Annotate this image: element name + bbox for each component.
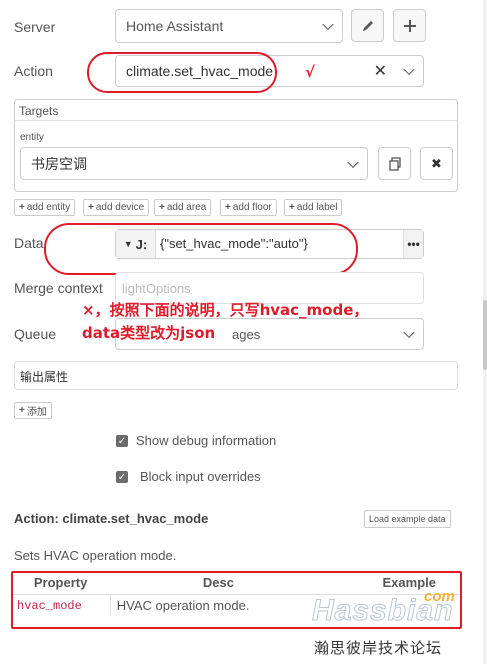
entity-value: 书房空调 [31, 155, 87, 172]
chevron-down-icon [403, 63, 415, 76]
add-device-label: add device [95, 202, 145, 213]
targets-title: Targets [19, 104, 59, 118]
plus-icon: + [19, 202, 25, 213]
merge-context-placeholder: lightOptions [122, 281, 191, 296]
output-properties-label: 输出属性 [20, 370, 69, 384]
scrollbar-thumb[interactable] [483, 300, 487, 370]
plus-icon: + [159, 202, 165, 213]
server-label: Server [14, 19, 56, 35]
copy-entity-button[interactable] [378, 147, 411, 180]
server-value: Home Assistant [126, 18, 224, 34]
plus-icon: + [225, 202, 231, 213]
add-area-button[interactable]: + add area [154, 199, 212, 216]
chevron-down-icon [403, 326, 415, 339]
chevron-down-icon [322, 18, 334, 31]
remove-entity-button[interactable]: ✖ [420, 147, 453, 180]
debug-checkbox[interactable]: ✓ [116, 435, 128, 447]
edit-server-button[interactable] [351, 9, 384, 42]
plus-icon: + [19, 405, 25, 416]
server-select[interactable]: Home Assistant [115, 9, 343, 43]
annotation-check: √ [305, 63, 316, 81]
action-description: Sets HVAC operation mode. [14, 548, 177, 563]
plus-icon: + [289, 202, 295, 213]
add-output-button[interactable]: + 添加 [14, 402, 52, 419]
data-label: Data [14, 235, 44, 251]
plus-icon: + [88, 202, 94, 213]
watermark-com: com [424, 588, 455, 605]
watermark-caption: 瀚思彼岸技术论坛 [314, 639, 443, 657]
annotation-note-line1: ×，按照下面的说明，只写hvac_mode， [82, 301, 369, 319]
entity-label: entity [20, 132, 44, 143]
debug-label: Show debug information [136, 433, 277, 448]
add-device-button[interactable]: + add device [83, 199, 150, 216]
close-icon: ✖ [431, 155, 442, 171]
block-overrides-checkbox[interactable]: ✓ [116, 471, 128, 483]
queue-value: ages [232, 327, 261, 342]
copy-icon [388, 156, 401, 171]
chevron-down-icon [347, 156, 359, 168]
clear-icon[interactable]: ✕ [374, 61, 387, 81]
annotation-circle-data [44, 223, 358, 275]
load-example-label: Load example data [369, 514, 446, 524]
add-floor-label: add floor [232, 202, 272, 213]
check-icon: ✓ [117, 435, 127, 447]
entity-select[interactable]: 书房空调 [20, 147, 368, 180]
expand-editor-button[interactable]: ••• [403, 230, 423, 258]
annotation-note-line2: data类型改为json [82, 324, 216, 342]
add-area-label: add area [166, 202, 207, 213]
pencil-icon [362, 20, 373, 31]
plus-icon [403, 19, 416, 32]
output-properties-box: 输出属性 [14, 361, 458, 390]
action-label: Action [14, 63, 53, 79]
check-icon: ✓ [117, 471, 127, 483]
add-entity-button[interactable]: + add entity [14, 199, 76, 216]
ellipsis-icon: ••• [407, 237, 420, 251]
block-overrides-label: Block input overrides [140, 469, 261, 484]
add-floor-button[interactable]: + add floor [220, 199, 277, 216]
targets-divider [14, 120, 458, 121]
add-label-button[interactable]: + add label [284, 199, 343, 216]
action-doc-title: Action: climate.set_hvac_mode [14, 511, 209, 526]
annotation-circle-action [87, 52, 277, 93]
add-server-button[interactable] [393, 9, 426, 42]
load-example-data-button[interactable]: Load example data [364, 510, 451, 528]
add-output-label: 添加 [26, 407, 47, 418]
queue-label: Queue [14, 326, 57, 342]
add-label-label: add label [296, 202, 338, 213]
merge-context-label: Merge context [14, 280, 103, 296]
add-entity-label: add entity [26, 202, 71, 213]
